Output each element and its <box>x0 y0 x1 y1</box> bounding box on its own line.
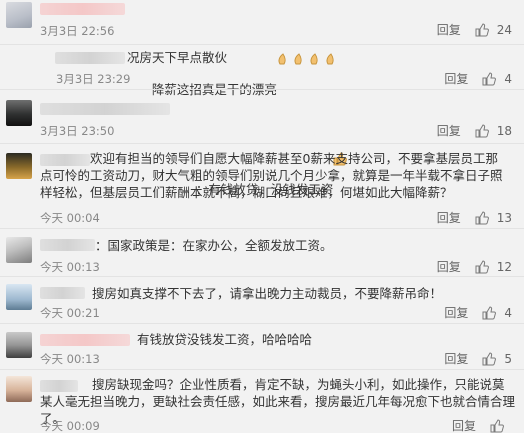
reply-button[interactable]: 回复 <box>437 122 461 139</box>
like-button[interactable]: 18 <box>475 124 512 138</box>
like-button[interactable]: 4 <box>482 306 512 320</box>
comment-actions: 回复 4 <box>444 304 512 321</box>
thumbs-up-icon <box>482 305 497 320</box>
comment-time: 3月3日 23:50 <box>40 124 115 138</box>
reply-button[interactable]: 回复 <box>444 350 468 367</box>
comment-actions: 回复 24 <box>437 21 512 38</box>
avatar[interactable] <box>6 2 32 28</box>
comment-row: 搜房缺现金吗？企业性质看，肯定不缺，为蝇头小利，如此操作，只能说莫某人毫无担当晚… <box>0 370 524 433</box>
avatar[interactable] <box>6 153 32 179</box>
comment-text: 有钱放贷没钱发工资，哈哈哈哈 <box>137 332 313 347</box>
like-button[interactable]: 13 <box>475 211 512 225</box>
comment-time: 今天 00:21 <box>40 306 100 320</box>
avatar[interactable] <box>6 100 32 126</box>
comment-row: 有钱放贷没钱发工资，哈哈哈哈 今天 00:13 回复 5 <box>0 324 524 368</box>
comment-row: 欢迎有担当的领导们自愿大幅降薪甚至0薪来支持公司，不要拿基层员工那点可怜的工资动… <box>0 144 524 227</box>
reply-button[interactable]: 回复 <box>437 21 461 38</box>
avatar[interactable] <box>6 284 32 310</box>
thumbs-up-icon <box>482 71 497 86</box>
comment-text: 欢迎有担当的领导们自愿大幅降薪甚至0薪来支持公司，不要拿基层员工那点可怜的工资动… <box>40 151 503 200</box>
comment-row: 降薪这招真是干的漂亮 3月3日 22:56 回复 24 <box>0 0 524 97</box>
comment-row: ：国家政策是：在家办公，全额发放工资。 今天 00:13 回复 12 <box>0 229 524 275</box>
username-blurred[interactable] <box>40 334 130 346</box>
comment-actions: 回复 18 <box>437 122 512 139</box>
reply-button[interactable]: 回复 <box>452 417 476 433</box>
reply-button[interactable]: 回复 <box>437 209 461 226</box>
like-count: 4 <box>504 71 512 86</box>
like-button[interactable] <box>490 418 512 433</box>
like-button[interactable]: 24 <box>475 23 512 37</box>
comment-text: 况房天下早点散伙 <box>127 50 228 65</box>
thumbs-up-icon <box>475 123 489 138</box>
comment-actions: 回复 13 <box>437 209 512 226</box>
like-button[interactable]: 4 <box>482 72 512 86</box>
like-count: 12 <box>496 259 512 274</box>
comment-row: 搜房如真支撑不下去了，请拿出晚力主动裁员，不要降薪吊命！ 今天 00:21 回复… <box>0 277 524 322</box>
comment-time: 3月3日 22:56 <box>40 24 115 38</box>
avatar[interactable] <box>6 376 32 402</box>
comment-actions: 回复 12 <box>437 258 512 275</box>
comment-text: 搜房如真支撑不下去了，请拿出晚力主动裁员，不要降薪吊命！ <box>92 286 443 301</box>
comment-time: 今天 00:09 <box>40 419 100 433</box>
comment-actions: 回复 <box>452 417 512 433</box>
like-button[interactable]: 12 <box>475 260 512 274</box>
username-blurred[interactable] <box>40 287 85 299</box>
reply-button[interactable]: 回复 <box>444 304 468 321</box>
avatar[interactable] <box>6 332 32 358</box>
reply-button[interactable]: 回复 <box>444 70 468 87</box>
reply-button[interactable]: 回复 <box>437 258 461 275</box>
thumbs-up-icon <box>475 259 489 274</box>
like-count: 5 <box>504 351 512 366</box>
thumbs-up-icon <box>490 418 504 433</box>
username-blurred[interactable] <box>55 52 125 64</box>
comment-list: 降薪这招真是干的漂亮 3月3日 22:56 回复 24 况房天下早点散伙 3月3… <box>0 0 524 433</box>
username-blurred[interactable] <box>40 103 170 115</box>
comment-actions: 回复 4 <box>444 70 512 87</box>
comment-actions: 回复 5 <box>444 350 512 367</box>
like-count: 4 <box>504 305 512 320</box>
like-button[interactable]: 5 <box>482 352 512 366</box>
like-count: 13 <box>496 210 512 225</box>
thumbs-up-icon <box>475 210 489 225</box>
comment-row: ：有钱放贷，没钱发工资 3月3日 23:50 回复 18 <box>0 90 524 197</box>
like-count: 18 <box>496 123 512 138</box>
username-blurred[interactable] <box>40 239 95 251</box>
username-blurred[interactable] <box>40 3 125 15</box>
like-count: 24 <box>496 22 512 37</box>
thumbs-up-icon <box>475 22 489 37</box>
comment-time: 今天 00:04 <box>40 211 100 225</box>
comment-time: 3月3日 23:29 <box>56 72 131 86</box>
comment-time: 今天 00:13 <box>40 260 100 274</box>
thumbs-up-icon <box>482 351 497 366</box>
comment-text: 搜房缺现金吗？企业性质看，肯定不缺，为蝇头小利，如此操作，只能说莫某人毫无担当晚… <box>40 377 516 426</box>
comment-row: 况房天下早点散伙 3月3日 23:29 回复 4 <box>0 45 524 88</box>
avatar[interactable] <box>6 237 32 263</box>
comment-text: ：国家政策是：在家办公，全额发放工资。 <box>95 238 333 253</box>
comment-time: 今天 00:13 <box>40 352 100 366</box>
